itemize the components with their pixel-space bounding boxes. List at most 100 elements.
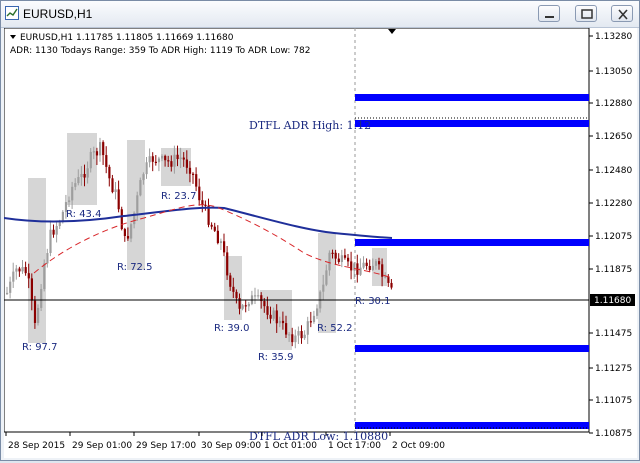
adr-high-label: DTFL ADR High: 1.12 [249, 119, 371, 132]
minimize-button[interactable] [538, 5, 560, 22]
candle-body [170, 161, 173, 167]
y-tick-label: 1.11275 [595, 364, 632, 374]
adr-level-bar [355, 94, 589, 101]
candle-body [266, 306, 269, 315]
x-tick-label: 1 Oct 01:00 [264, 441, 317, 451]
candle-body [139, 180, 142, 196]
y-tick-label: 1.11875 [595, 265, 632, 275]
candle-body [229, 275, 232, 287]
close-button[interactable] [611, 5, 633, 22]
chart-window: EURUSD,H1 EURUSD,H1 1.11785 1.11805 1.11… [0, 0, 640, 461]
candle-body [71, 186, 74, 201]
candle-body [216, 230, 219, 244]
candle-body [353, 263, 356, 271]
candle-body [182, 157, 185, 160]
candle-body [43, 263, 46, 290]
candle-body [198, 186, 201, 201]
candle-body [105, 155, 108, 167]
maximize-button[interactable] [575, 5, 597, 22]
candle-body [111, 178, 114, 193]
candle-body [123, 229, 126, 237]
candle-body [331, 252, 334, 254]
candle-body [340, 255, 343, 263]
candle-body [99, 142, 102, 156]
candle-body [58, 222, 61, 227]
range-label: R: 72.5 [117, 262, 152, 273]
candle-body [192, 173, 195, 175]
x-tick-label: 29 Sep 01:00 [72, 441, 132, 451]
candle-body [24, 267, 27, 274]
x-tick-label: 2 Oct 09:00 [392, 441, 445, 451]
candle-body [33, 300, 37, 323]
candle-body [204, 204, 207, 207]
candle-body [219, 241, 223, 244]
candle-body [154, 161, 157, 163]
minimize-icon [545, 16, 554, 18]
candle-body [275, 310, 278, 324]
candle-body [257, 295, 260, 297]
range-label: R: 52.2 [317, 323, 352, 334]
chart-window-icon [5, 6, 19, 20]
candle-body [164, 155, 167, 161]
candle-body [365, 262, 368, 266]
adr-level-bar [355, 239, 589, 246]
candle-body [142, 174, 145, 181]
y-tick-label: 1.12650 [595, 132, 632, 142]
candle-body [83, 173, 86, 178]
candle-body [102, 142, 105, 156]
candle-body [328, 252, 331, 271]
candle-body [384, 276, 387, 278]
y-tick-label: 1.10875 [595, 429, 632, 439]
candle-body [334, 252, 337, 259]
candle-body [120, 209, 123, 230]
candle-body [6, 292, 9, 295]
range-label: R: 39.0 [214, 323, 249, 334]
candle-body [188, 167, 192, 174]
range-label: R: 30.1 [355, 296, 390, 307]
candle-body [381, 264, 384, 277]
symbol-info-text: EURUSD,H1 1.11785 1.11805 1.11669 1.1168… [20, 33, 234, 43]
candle-body [89, 151, 92, 169]
candle-body [148, 156, 151, 163]
candle-body [130, 224, 133, 239]
candle-body [46, 253, 49, 264]
candle-body [136, 195, 139, 213]
candle-body [185, 159, 188, 168]
adr-level-bar [355, 120, 589, 127]
range-box [127, 140, 145, 270]
candle-body [80, 173, 83, 178]
candle-body [37, 307, 40, 323]
title-bar[interactable]: EURUSD,H1 [1, 1, 639, 28]
candle-body [18, 268, 21, 272]
candle-body [40, 289, 43, 308]
candle-body [288, 334, 291, 336]
candle-body [173, 154, 176, 167]
candle-body [77, 177, 80, 184]
candle-body [285, 323, 288, 335]
candle-body [362, 262, 365, 268]
chart-canvas[interactable]: EURUSD,H1 1.11785 1.11805 1.11669 1.1168… [3, 27, 637, 458]
candle-body [86, 168, 89, 178]
candle-body [151, 156, 154, 162]
candle-body [297, 331, 300, 336]
candle-body [55, 226, 58, 235]
candle-body [117, 189, 120, 210]
candle-body [347, 257, 350, 262]
y-tick-label: 1.12280 [595, 199, 632, 209]
x-tick-label: 30 Sep 09:00 [201, 441, 261, 451]
y-tick-label: 1.11475 [595, 329, 632, 339]
candle-body [95, 151, 99, 156]
candle-body [359, 267, 362, 275]
candle-body [387, 276, 390, 283]
price-chart[interactable]: EURUSD,H1 1.11785 1.11805 1.11669 1.1168… [3, 27, 637, 458]
range-label: R: 43.4 [66, 209, 101, 220]
candle-body [68, 200, 71, 203]
candle-body [12, 271, 15, 282]
y-tick-label: 1.13280 [595, 32, 632, 42]
y-tick-label: 1.12480 [595, 166, 632, 176]
candle-body [247, 303, 250, 307]
candle-body [300, 331, 303, 339]
candle-body [195, 174, 198, 187]
candle-body [278, 320, 281, 324]
candle-body [272, 310, 275, 319]
